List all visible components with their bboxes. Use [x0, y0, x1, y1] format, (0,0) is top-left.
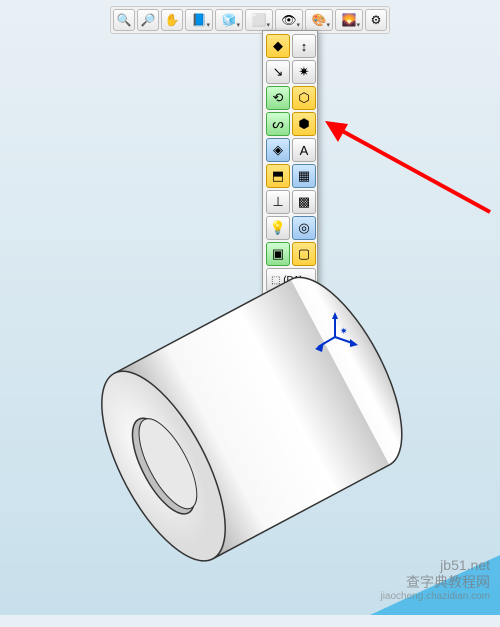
- watermark-url: jiaocheng.chazidian.com: [380, 591, 490, 603]
- zoom-to-fit-button[interactable]: 🔍: [113, 9, 135, 31]
- edit-appearance-button[interactable]: 🎨: [305, 9, 333, 31]
- model-cylinder: [0, 32, 500, 622]
- watermark-alt: jb51.net: [380, 557, 490, 574]
- display-style-button[interactable]: ⬜: [245, 9, 273, 31]
- hide-show-items-button[interactable]: 👁: [275, 9, 303, 31]
- apply-scene-button[interactable]: 🌄: [335, 9, 363, 31]
- watermark: jb51.net 查字典教程网 jiaocheng.chazidian.com: [380, 557, 490, 603]
- graphics-viewport[interactable]: ✷: [0, 32, 500, 615]
- watermark-main: 查字典教程网: [380, 574, 490, 591]
- section-view-button[interactable]: 📘: [185, 9, 213, 31]
- view-settings-button[interactable]: ⚙: [365, 9, 387, 31]
- heads-up-toolbar: 🔍 🔎 ✋ 📘 🧊 ⬜ 👁 🎨 🌄 ⚙: [110, 6, 390, 34]
- zoom-area-button[interactable]: 🔎: [137, 9, 159, 31]
- previous-view-button[interactable]: ✋: [161, 9, 183, 31]
- view-orientation-button[interactable]: 🧊: [215, 9, 243, 31]
